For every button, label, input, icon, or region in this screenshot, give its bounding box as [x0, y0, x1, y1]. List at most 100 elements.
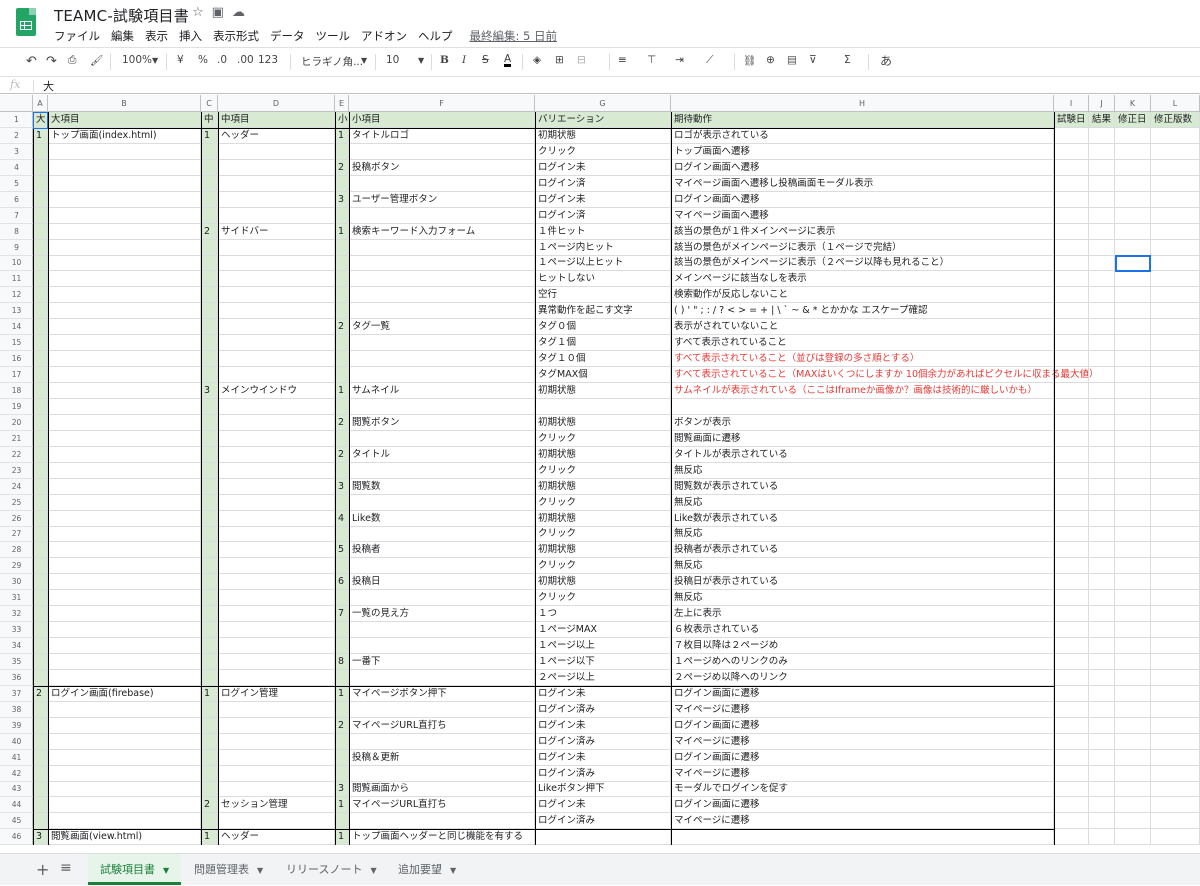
table-cell[interactable]: 投稿者 [349, 542, 535, 559]
table-cell[interactable] [335, 526, 349, 543]
table-cell[interactable] [33, 271, 48, 288]
table-cell[interactable] [33, 510, 48, 527]
table-cell[interactable] [335, 765, 349, 782]
row-header[interactable]: 22 [0, 447, 33, 463]
row-header[interactable]: 7 [0, 208, 33, 224]
table-cell[interactable]: ログイン済み [535, 813, 671, 830]
table-cell[interactable]: 閲覧ボタン [349, 414, 535, 431]
table-cell[interactable] [1151, 414, 1200, 431]
table-cell[interactable] [1115, 351, 1151, 368]
table-cell[interactable]: 投稿ボタン [349, 159, 535, 176]
select-all-corner[interactable] [0, 95, 33, 112]
table-cell[interactable] [335, 733, 349, 750]
table-cell[interactable] [48, 638, 201, 655]
table-cell[interactable] [218, 414, 335, 431]
row-header[interactable]: 34 [0, 638, 33, 655]
table-cell[interactable]: 初期状態 [535, 542, 671, 559]
table-cell[interactable]: ２ページ以上 [535, 669, 671, 686]
table-cell[interactable] [1054, 574, 1089, 591]
table-cell[interactable] [218, 526, 335, 543]
table-cell[interactable] [218, 207, 335, 224]
row-header[interactable]: 3 [0, 144, 33, 160]
table-cell[interactable] [1151, 749, 1200, 766]
table-cell[interactable]: クリック [535, 143, 671, 160]
table-cell[interactable] [1151, 638, 1200, 655]
table-cell[interactable] [33, 590, 48, 607]
row-header[interactable]: 24 [0, 479, 33, 495]
menu-item[interactable]: アドオン [361, 28, 407, 44]
table-cell[interactable] [33, 765, 48, 782]
table-cell[interactable]: メインページに該当なしを表示 [671, 271, 1054, 288]
table-cell[interactable] [1054, 398, 1089, 415]
table-cell[interactable] [1054, 303, 1089, 320]
table-cell[interactable] [48, 287, 201, 304]
table-cell[interactable] [1151, 319, 1200, 336]
table-cell[interactable] [1089, 765, 1115, 782]
table-cell[interactable]: 2 [335, 159, 349, 176]
table-cell[interactable] [1089, 653, 1115, 670]
table-cell[interactable] [1089, 733, 1115, 750]
table-cell[interactable] [335, 175, 349, 192]
table-cell[interactable] [218, 494, 335, 511]
table-cell[interactable]: ログイン済 [535, 175, 671, 192]
table-cell[interactable] [48, 813, 201, 830]
table-cell[interactable] [1089, 622, 1115, 639]
table-cell[interactable]: ログイン済み [535, 765, 671, 782]
table-cell[interactable]: ( ) ' " ; : / ? < > = + | \ ` ~ & * とかかな… [671, 303, 1054, 320]
table-cell[interactable] [335, 351, 349, 368]
table-cell[interactable] [671, 829, 1054, 846]
table-cell[interactable]: マイページURL直打ち [349, 717, 535, 734]
table-cell[interactable]: セッション管理 [218, 797, 335, 814]
table-cell[interactable] [1054, 510, 1089, 527]
table-cell[interactable] [33, 494, 48, 511]
table-cell[interactable]: マイページボタン押下 [349, 685, 535, 702]
table-cell[interactable] [1151, 446, 1200, 463]
table-cell[interactable]: ログイン済 [535, 207, 671, 224]
table-cell[interactable] [1089, 781, 1115, 798]
table-cell[interactable] [201, 590, 218, 607]
table-cell[interactable] [1115, 335, 1151, 352]
table-cell[interactable]: 1 [201, 685, 218, 702]
table-cell[interactable]: 無反応 [671, 462, 1054, 479]
table-cell[interactable] [33, 191, 48, 208]
table-cell[interactable] [201, 175, 218, 192]
table-cell[interactable] [1151, 159, 1200, 176]
table-cell[interactable] [1151, 191, 1200, 208]
table-cell[interactable] [1151, 335, 1200, 352]
table-cell[interactable]: トップ画面(index.html) [48, 127, 201, 144]
table-cell[interactable] [349, 701, 535, 718]
chevron-down-icon[interactable]: ▼ [450, 866, 456, 875]
table-cell[interactable] [1054, 239, 1089, 256]
row-header[interactable]: 32 [0, 606, 33, 623]
table-cell[interactable] [33, 749, 48, 766]
table-cell[interactable] [1115, 701, 1151, 718]
column-header[interactable]: G [535, 95, 671, 112]
table-cell[interactable]: １ページめへのリンクのみ [671, 653, 1054, 670]
table-cell[interactable]: 2 [201, 223, 218, 240]
table-cell[interactable] [1054, 765, 1089, 782]
table-cell[interactable] [1089, 685, 1115, 702]
column-header[interactable]: F [349, 95, 535, 112]
table-cell[interactable] [201, 638, 218, 655]
table-cell[interactable] [1115, 207, 1151, 224]
table-cell[interactable] [1054, 414, 1089, 431]
table-cell[interactable]: マイページに遷移 [671, 733, 1054, 750]
row-header[interactable]: 21 [0, 431, 33, 447]
table-cell[interactable] [201, 717, 218, 734]
row-header[interactable]: 35 [0, 654, 33, 670]
table-cell[interactable] [1054, 526, 1089, 543]
last-edit-link[interactable]: 最終編集: 5 日前 [470, 28, 558, 44]
print-icon[interactable]: ⎙ [68, 54, 76, 67]
table-cell[interactable] [1089, 494, 1115, 511]
table-cell[interactable]: ヒットしない [535, 271, 671, 288]
table-cell[interactable] [48, 717, 201, 734]
table-cell[interactable]: すべて表示されていること [671, 335, 1054, 352]
borders-icon[interactable]: ⊞ [555, 54, 564, 66]
table-cell[interactable] [1151, 303, 1200, 320]
table-cell[interactable] [1115, 478, 1151, 495]
table-cell[interactable] [201, 191, 218, 208]
row-header[interactable]: 16 [0, 351, 33, 368]
column-header[interactable]: L [1151, 95, 1200, 112]
header-cell[interactable]: 小項目 [349, 112, 535, 128]
table-cell[interactable] [48, 606, 201, 623]
